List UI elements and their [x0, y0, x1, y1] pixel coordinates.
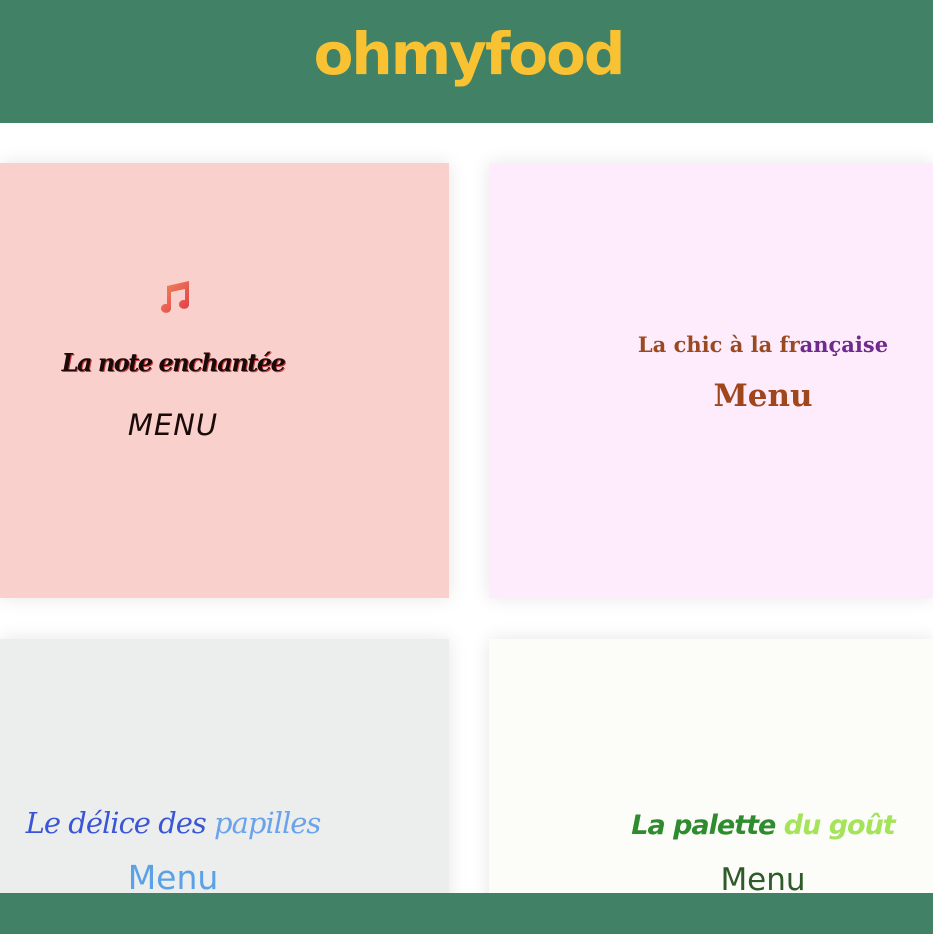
site-header: ohmyfood: [0, 0, 933, 123]
music-note-icon: [161, 281, 190, 313]
restaurant-title-part: Le délice des: [25, 806, 215, 840]
restaurant-title-part: ançaise: [799, 332, 889, 357]
page: ohmyfood La note enchantée MENU La chic …: [0, 0, 933, 934]
restaurant-title: La chic à la française: [489, 332, 933, 357]
ohmyfood-logo[interactable]: ohmyfood: [314, 25, 626, 83]
restaurant-title: La note enchantée: [61, 348, 286, 377]
site-footer: [0, 893, 933, 934]
menu-link[interactable]: MENU: [0, 408, 346, 442]
menu-link[interactable]: Menu: [0, 858, 346, 897]
restaurant-title-part: du goût: [783, 810, 896, 841]
menu-link[interactable]: Menu: [489, 378, 933, 414]
restaurant-title-part: La chic à la fr: [637, 332, 800, 357]
restaurant-title: Le délice des papilles: [0, 806, 346, 840]
restaurant-title-part: papilles: [214, 806, 321, 840]
restaurant-title-part: La palette: [631, 810, 784, 841]
restaurant-card-note-enchantee[interactable]: [0, 163, 449, 598]
restaurant-title: La palette du goût: [489, 810, 933, 841]
